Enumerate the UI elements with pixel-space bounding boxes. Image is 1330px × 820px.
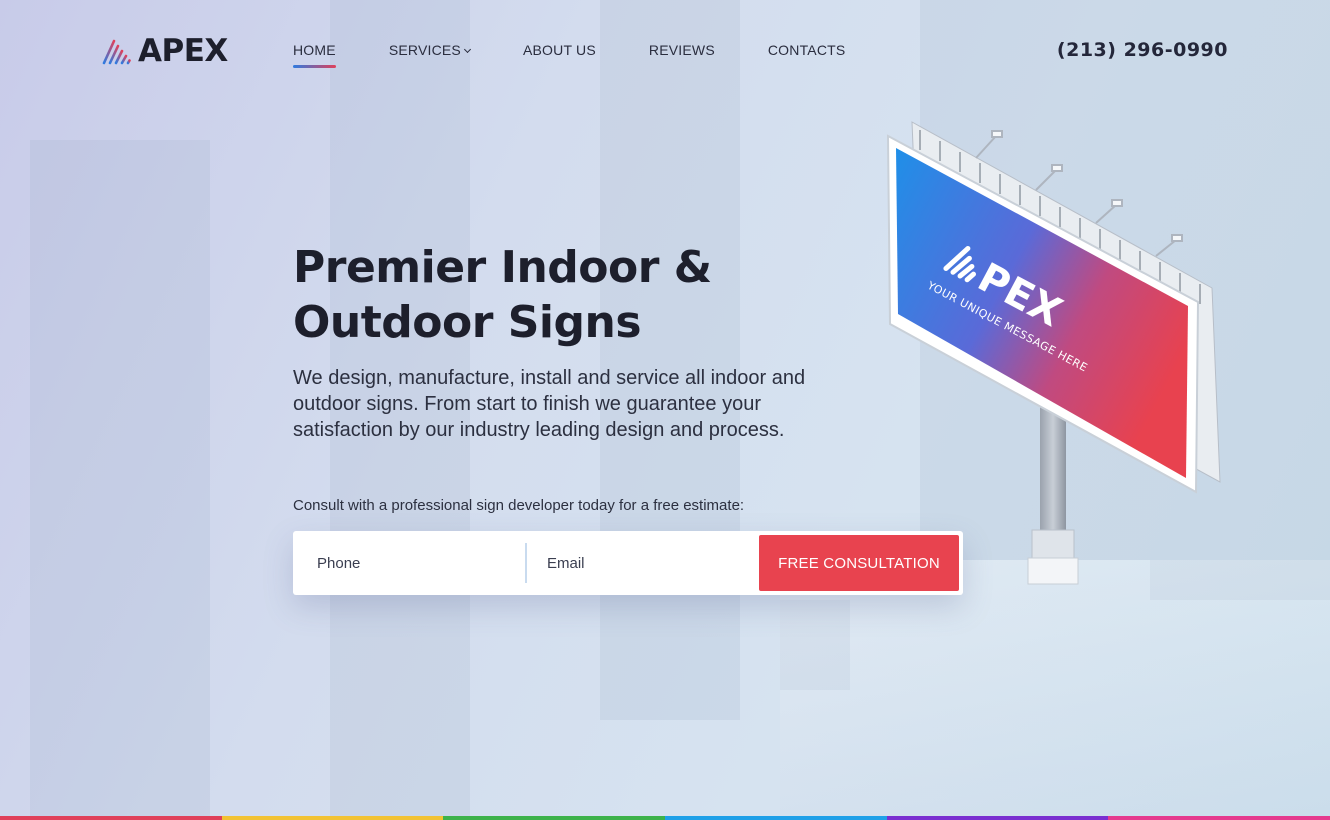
color-bar-red — [0, 816, 222, 820]
nav-services[interactable]: SERVICES — [388, 42, 472, 68]
nav-services-label: SERVICES — [388, 42, 461, 58]
color-bar-green — [443, 816, 666, 820]
site-header: APEX HOME SERVICES ABOUT US REVIEWS CONT… — [0, 0, 1330, 100]
color-bar-yellow — [221, 816, 444, 820]
main-nav: HOME SERVICES ABOUT US REVIEWS CONTACTS — [293, 42, 845, 68]
hero-title-line1: Premier Indoor & — [293, 242, 712, 293]
nav-reviews[interactable]: REVIEWS — [649, 42, 715, 68]
phone-input[interactable] — [317, 554, 497, 572]
nav-home[interactable]: HOME — [293, 42, 336, 68]
billboard-illustration: PEX YOUR UNIQUE MESSAGE HERE — [860, 110, 1240, 600]
phone-field-wrapper — [293, 543, 527, 583]
brand-name: APEX — [138, 33, 228, 69]
bottom-color-bar — [0, 816, 1330, 820]
hero-title-line2: Outdoor Signs — [293, 297, 642, 348]
cta-label: Consult with a professional sign develop… — [293, 497, 745, 514]
color-bar-pink — [1108, 816, 1330, 820]
apex-stripes-logo-icon — [102, 39, 131, 65]
hero-title: Premier Indoor & Outdoor Signs — [293, 240, 813, 350]
billboard-image: PEX YOUR UNIQUE MESSAGE HERE — [886, 121, 1221, 585]
color-bar-purple — [886, 816, 1109, 820]
nav-about-us[interactable]: ABOUT US — [523, 42, 596, 68]
color-bar-blue — [665, 816, 887, 820]
chevron-down-icon — [463, 45, 472, 54]
hero-section: Premier Indoor & Outdoor Signs We design… — [0, 0, 1330, 820]
brand-logo[interactable]: APEX — [102, 33, 228, 69]
email-input[interactable] — [547, 554, 727, 572]
hero-description: We design, manufacture, install and serv… — [293, 367, 806, 441]
nav-contacts[interactable]: CONTACTS — [768, 42, 846, 68]
header-phone-link[interactable]: (213) 296-0990 — [1057, 39, 1228, 61]
email-field-wrapper — [527, 543, 759, 583]
